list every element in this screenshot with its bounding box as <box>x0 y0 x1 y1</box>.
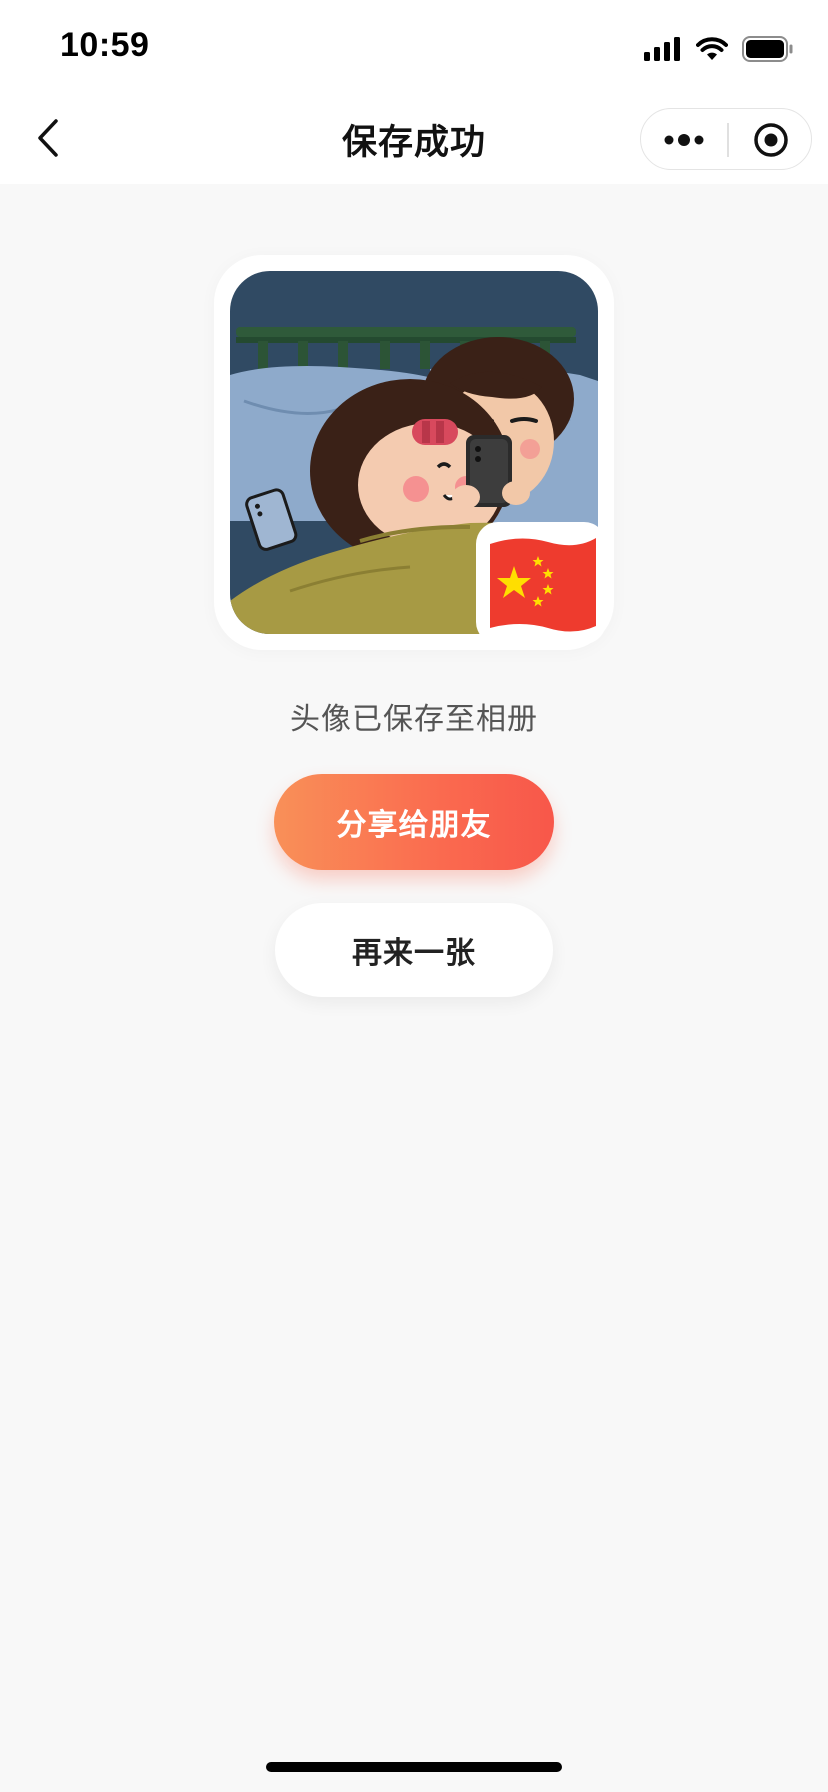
wifi-icon <box>696 37 728 60</box>
more-dots-icon <box>664 134 704 146</box>
close-button[interactable] <box>728 109 813 171</box>
status-bar: 10:59 <box>0 0 828 92</box>
more-button[interactable] <box>641 109 727 171</box>
home-indicator <box>266 1762 562 1772</box>
target-close-icon <box>753 123 788 157</box>
make-another-button[interactable]: 再来一张 <box>275 903 553 997</box>
status-time: 10:59 <box>60 26 150 64</box>
avatar-card <box>214 255 614 650</box>
battery-icon <box>742 36 793 62</box>
nav-bar: 保存成功 <box>0 92 828 184</box>
mini-program-capsule <box>640 108 812 170</box>
status-icons <box>644 34 794 64</box>
share-to-friends-button[interactable]: 分享给朋友 <box>274 774 554 870</box>
saved-message: 头像已保存至相册 <box>290 702 538 737</box>
china-flag-icon <box>476 522 606 644</box>
cellular-signal-icon <box>644 37 680 61</box>
